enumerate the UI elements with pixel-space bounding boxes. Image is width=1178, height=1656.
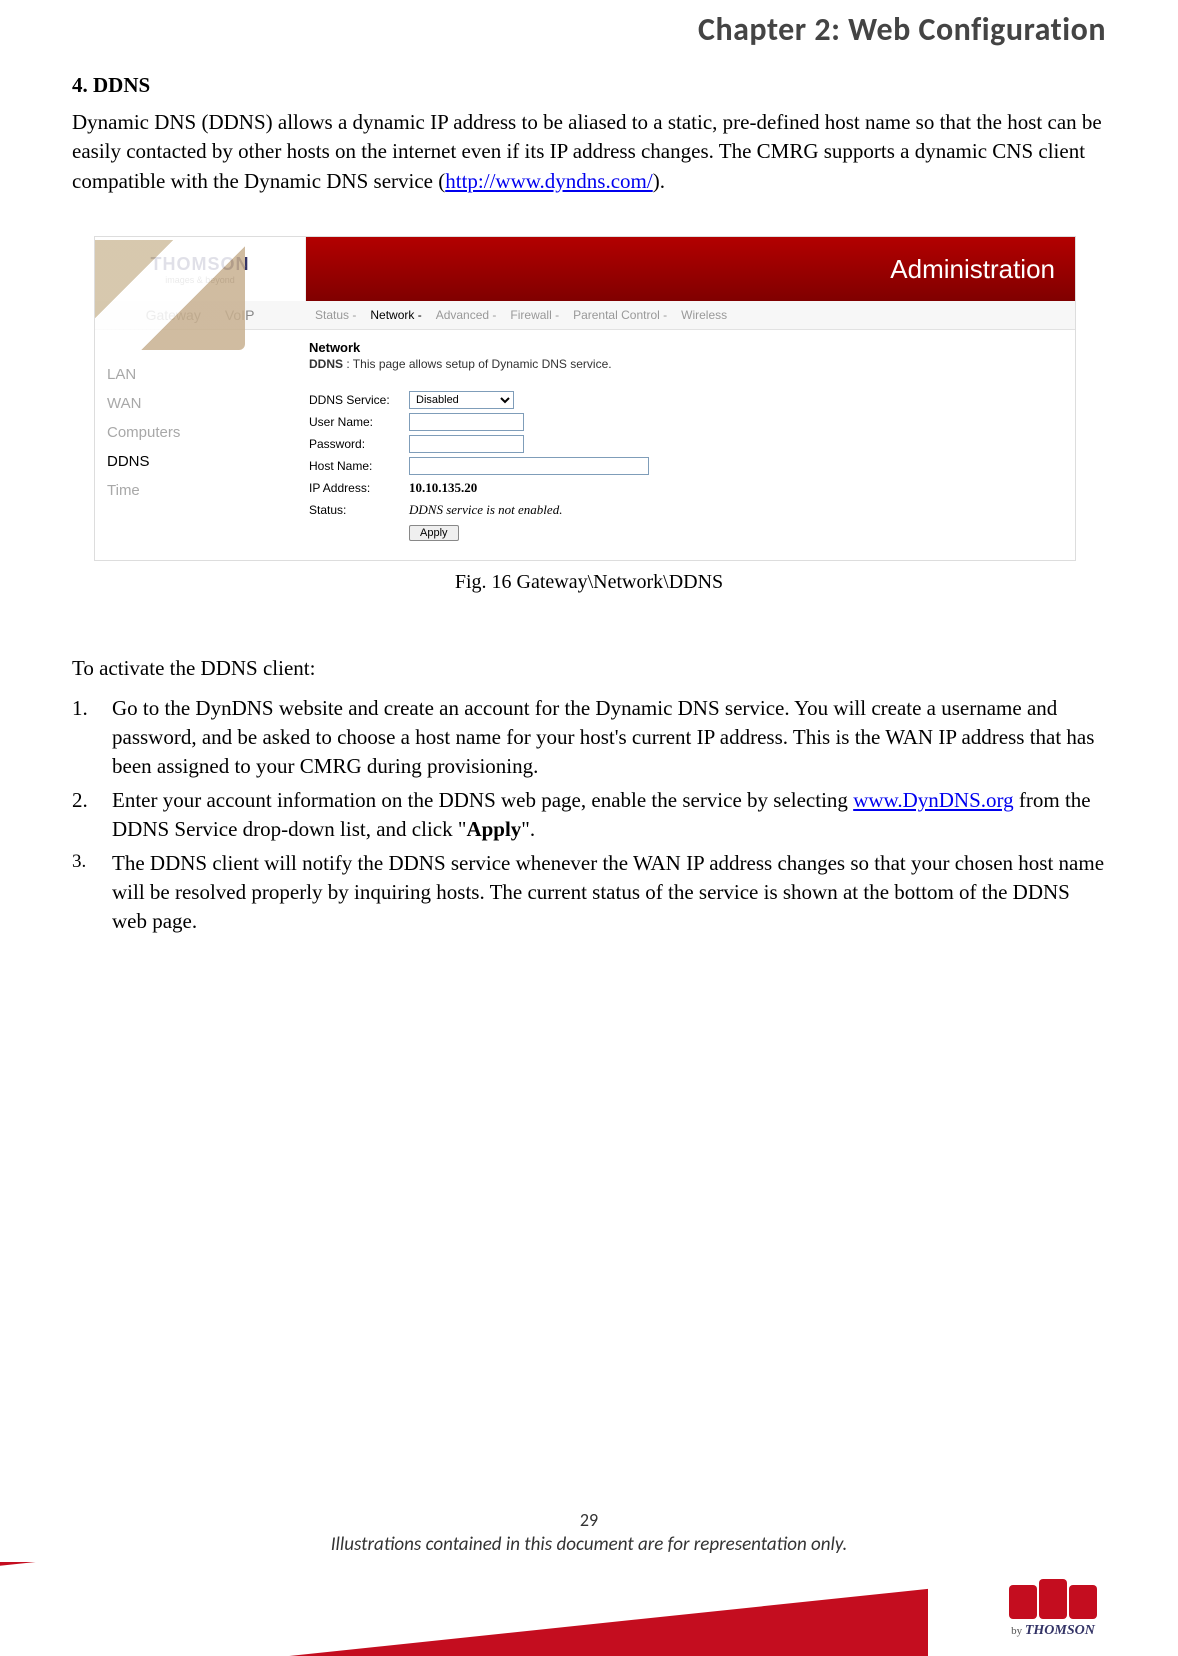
footer-note: Illustrations contained in this document… [0, 1533, 1178, 1556]
admin-title-bar: Administration [306, 237, 1075, 301]
sidebar-item-wan[interactable]: WAN [107, 389, 293, 418]
step-3-text: The DDNS client will notify the DDNS ser… [112, 849, 1106, 937]
router-sidebar: LAN WAN Computers DDNS Time [95, 330, 305, 560]
select-ddns-service[interactable]: Disabled [409, 391, 514, 409]
sidebar-item-computers[interactable]: Computers [107, 418, 293, 447]
label-username: User Name: [309, 415, 409, 429]
rca-byline: by THOMSON [1011, 1623, 1095, 1639]
router-main-panel: Network DDNS : This page allows setup of… [305, 330, 1075, 560]
intro-paragraph: Dynamic DNS (DDNS) allows a dynamic IP a… [72, 108, 1106, 196]
value-ip: 10.10.135.20 [409, 480, 477, 496]
chapter-title: Chapter 2: Web Configuration [72, 10, 1106, 49]
footer-bar: by THOMSON [0, 1562, 1178, 1656]
label-ddns-service: DDNS Service: [309, 393, 409, 407]
step-2-text: Enter your account information on the DD… [112, 786, 1106, 845]
router-desc-text: : This page allows setup of Dynamic DNS … [346, 357, 611, 371]
subtab-parental[interactable]: Parental Control - [573, 308, 667, 322]
row-status: Status: DDNS service is not enabled. [309, 499, 1057, 521]
router-section-desc: DDNS : This page allows setup of Dynamic… [309, 357, 1057, 371]
figure-caption: Fig. 16 Gateway\Network\DDNS [72, 571, 1106, 594]
row-apply: Apply [309, 525, 1057, 541]
label-password: Password: [309, 437, 409, 451]
sidebar-item-lan[interactable]: LAN [107, 360, 293, 389]
label-ip: IP Address: [309, 481, 409, 495]
step-1-number: 1. [72, 694, 112, 782]
section-heading: 4. DDNS [72, 73, 1106, 98]
rca-brand: THOMSON [1025, 1623, 1095, 1638]
page-footer: 29 Illustrations contained in this docum… [0, 1509, 1178, 1656]
row-ip: IP Address: 10.10.135.20 [309, 477, 1057, 499]
steps-list: 1. Go to the DynDNS website and create a… [72, 694, 1106, 937]
activate-intro: To activate the DDNS client: [72, 654, 1106, 683]
dyndns-link[interactable]: http://www.dyndns.com/ [445, 169, 652, 193]
row-ddns-service: DDNS Service: Disabled [309, 389, 1057, 411]
apply-button[interactable]: Apply [409, 525, 459, 541]
sidebar-item-time[interactable]: Time [107, 476, 293, 505]
row-username: User Name: [309, 411, 1057, 433]
step-2-number: 2. [72, 786, 112, 845]
step-3-number: 3. [72, 849, 112, 937]
router-desc-label: DDNS [309, 357, 343, 371]
router-section-title: Network [309, 340, 1057, 355]
step-1-text: Go to the DynDNS website and create an a… [112, 694, 1106, 782]
footer-logo-area: by THOMSON [928, 1562, 1178, 1656]
document-page: Chapter 2: Web Configuration 4. DDNS Dyn… [0, 10, 1178, 1656]
router-subtabs: Status - Network - Advanced - Firewall -… [305, 301, 1075, 329]
rca-by-word: by [1011, 1625, 1022, 1637]
label-status: Status: [309, 503, 409, 517]
subtab-status[interactable]: Status - [315, 308, 356, 322]
sidebar-item-ddns[interactable]: DDNS [107, 447, 293, 476]
step-2-pre: Enter your account information on the DD… [112, 788, 853, 812]
row-password: Password: [309, 433, 1057, 455]
step-3: 3. The DDNS client will notify the DDNS … [72, 849, 1106, 937]
step-2-bold: Apply [466, 817, 521, 841]
subtab-advanced[interactable]: Advanced - [436, 308, 497, 322]
router-form: DDNS Service: Disabled User Name: Passwo… [309, 389, 1057, 541]
subtab-network[interactable]: Network - [370, 308, 421, 322]
step-2-post: ". [521, 817, 535, 841]
router-body: LAN WAN Computers DDNS Time Network DDNS… [95, 330, 1075, 560]
intro-text-after: ). [653, 169, 665, 193]
footer-red-band [0, 1562, 928, 1656]
subtab-wireless[interactable]: Wireless [681, 308, 727, 322]
input-username[interactable] [409, 413, 524, 431]
page-number: 29 [0, 1509, 1178, 1531]
dyndns-org-link[interactable]: www.DynDNS.org [853, 788, 1013, 812]
input-password[interactable] [409, 435, 524, 453]
row-hostname: Host Name: [309, 455, 1057, 477]
step-2: 2. Enter your account information on the… [72, 786, 1106, 845]
label-hostname: Host Name: [309, 459, 409, 473]
step-1: 1. Go to the DynDNS website and create a… [72, 694, 1106, 782]
router-ui-figure: THOMSON images & beyond Administration G… [94, 236, 1076, 561]
input-hostname[interactable] [409, 457, 649, 475]
rca-logo-icon [1009, 1579, 1097, 1619]
subtab-firewall[interactable]: Firewall - [510, 308, 559, 322]
value-status: DDNS service is not enabled. [409, 502, 562, 518]
